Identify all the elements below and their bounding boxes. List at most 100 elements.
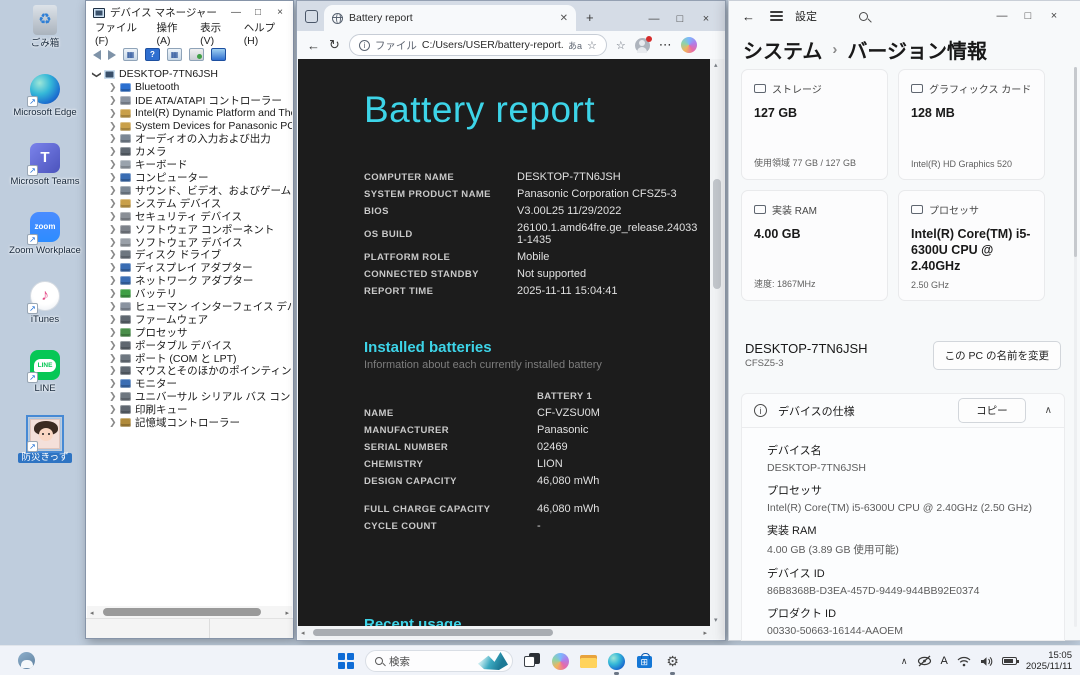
update-driver-icon[interactable]: [211, 48, 226, 61]
edge-icon[interactable]: [608, 653, 625, 670]
tree-node[interactable]: ❯IDE ATA/ATAPI コントローラー: [87, 94, 292, 107]
task-view-button[interactable]: [524, 653, 541, 670]
expander-icon[interactable]: ❯: [109, 262, 116, 273]
profile-avatar[interactable]: [635, 38, 650, 53]
expander-icon[interactable]: ❯: [109, 404, 116, 415]
back-icon[interactable]: ←: [742, 9, 755, 24]
browser-tab[interactable]: Battery report ✕: [324, 5, 576, 31]
expander-icon[interactable]: ❯: [109, 365, 116, 376]
device-manager-hscrollbar[interactable]: ◂ ▸: [87, 606, 292, 618]
hidden-icons-chevron[interactable]: ∧: [901, 656, 908, 667]
desktop-icon-teams[interactable]: T↗Microsoft Teams: [8, 142, 82, 206]
copilot-icon[interactable]: [681, 37, 697, 53]
expander-icon[interactable]: ❯: [109, 327, 116, 338]
browser-vscrollbar[interactable]: ▴ ▾: [710, 59, 724, 626]
tree-node[interactable]: ❯バッテリ: [87, 287, 292, 300]
spec-row-value[interactable]: 00330-50663-16144-AAOEM: [767, 625, 1052, 637]
menu-item[interactable]: 操作(A): [156, 20, 187, 47]
file-explorer-icon[interactable]: [580, 653, 597, 670]
expander-icon[interactable]: ❯: [109, 340, 116, 351]
tree-node[interactable]: ❯Intel(R) Dynamic Platform and Thermal F…: [87, 107, 292, 120]
widgets-weather-icon[interactable]: [18, 652, 35, 669]
desktop-icon-custom[interactable]: ↗防災きっず: [8, 418, 82, 482]
expander-icon[interactable]: ❯: [109, 211, 116, 222]
tab-close-icon[interactable]: ✕: [560, 13, 568, 24]
tree-node[interactable]: ❯オーディオの入力および出力: [87, 132, 292, 145]
tree-node[interactable]: ❯ネットワーク アダプター: [87, 274, 292, 287]
copilot-icon[interactable]: [552, 653, 569, 670]
expander-icon[interactable]: ❯: [109, 301, 116, 312]
expander-icon[interactable]: ❯: [109, 353, 116, 364]
expander-icon[interactable]: ❯: [109, 159, 116, 170]
breadcrumb-system[interactable]: システム: [743, 35, 822, 64]
tab-workspaces-icon[interactable]: [305, 10, 318, 23]
menu-item[interactable]: 表示(V): [200, 20, 231, 47]
tree-node[interactable]: ❯ディスプレイ アダプター: [87, 261, 292, 274]
search-highlight-image[interactable]: [478, 652, 508, 670]
expander-icon[interactable]: ❯: [109, 391, 116, 402]
tree-node[interactable]: ❯ディスク ドライブ: [87, 248, 292, 261]
expander-icon[interactable]: ❯: [109, 133, 116, 144]
microsoft-store-icon[interactable]: [636, 653, 653, 670]
copy-button[interactable]: コピー: [958, 398, 1026, 423]
taskbar-search[interactable]: 検索: [365, 650, 513, 672]
scroll-right-icon[interactable]: ▸: [703, 629, 707, 637]
tree-node[interactable]: ❯マウスとそのほかのポインティング デバイス: [87, 364, 292, 377]
spec-card[interactable]: プロセッサIntel(R) Core(TM) i5-6300U CPU @ 2.…: [898, 190, 1045, 301]
reload-icon[interactable]: ↻: [329, 37, 340, 53]
forward-icon[interactable]: [108, 50, 116, 60]
rename-pc-button[interactable]: この PC の名前を変更: [933, 341, 1061, 370]
expander-icon[interactable]: ❯: [109, 95, 116, 106]
menu-item[interactable]: ヘルプ(H): [244, 20, 284, 47]
maximize-button[interactable]: □: [1015, 10, 1041, 22]
spec-row-value[interactable]: Intel(R) Core(TM) i5-6300U CPU @ 2.40GHz…: [767, 502, 1052, 514]
menu-item[interactable]: ファイル(F): [95, 20, 143, 47]
expander-icon[interactable]: ❯: [109, 288, 116, 299]
search-icon[interactable]: [859, 12, 868, 21]
scroll-down-icon[interactable]: ▾: [714, 616, 718, 624]
settings-gear-icon[interactable]: ⚙: [664, 653, 681, 670]
expander-icon[interactable]: ❯: [109, 237, 116, 248]
expander-icon[interactable]: ❯: [109, 82, 116, 93]
scroll-left-icon[interactable]: ◂: [90, 609, 94, 617]
desktop-icon-zoom[interactable]: zoom↗Zoom Workplace: [8, 211, 82, 275]
desktop-icon-edge[interactable]: ↗Microsoft Edge: [8, 73, 82, 137]
page-info-icon[interactable]: i: [359, 40, 370, 51]
hscroll-thumb[interactable]: [103, 608, 261, 616]
navigation-menu-icon[interactable]: [770, 11, 783, 21]
eye-slash-icon[interactable]: [917, 655, 932, 667]
favorites-hub-icon[interactable]: ☆: [616, 39, 626, 52]
scroll-right-icon[interactable]: ▸: [285, 609, 289, 617]
tree-node[interactable]: ❯システム デバイス: [87, 197, 292, 210]
tree-root-node[interactable]: ❯DESKTOP-7TN6JSH: [87, 68, 292, 81]
desktop-icon-recycle[interactable]: ♻ごみ箱: [8, 4, 82, 68]
tree-node[interactable]: ❯ポート (COM と LPT): [87, 352, 292, 365]
chevron-up-icon[interactable]: ∧: [1045, 405, 1052, 416]
volume-icon[interactable]: [980, 656, 993, 667]
tree-node[interactable]: ❯キーボード: [87, 158, 292, 171]
expander-icon[interactable]: ❯: [91, 71, 102, 78]
battery-icon[interactable]: [1002, 657, 1017, 665]
tree-node[interactable]: ❯プロセッサ: [87, 326, 292, 339]
scroll-left-icon[interactable]: ◂: [301, 629, 305, 637]
spec-card[interactable]: ストレージ127 GB使用領域 77 GB / 127 GB: [741, 69, 888, 180]
taskbar-clock[interactable]: 15:05 2025/11/11: [1026, 650, 1072, 672]
new-tab-button[interactable]: +: [586, 10, 594, 25]
tree-node[interactable]: ❯System Devices for Panasonic PC: [87, 120, 292, 133]
spec-row-value[interactable]: 4.00 GB (3.89 GB 使用可能): [767, 542, 1052, 557]
scroll-up-icon[interactable]: ▴: [714, 61, 718, 69]
tree-node[interactable]: ❯カメラ: [87, 145, 292, 158]
properties-icon[interactable]: ▦: [167, 48, 182, 61]
expander-icon[interactable]: ❯: [109, 224, 116, 235]
expander-icon[interactable]: ❯: [109, 198, 116, 209]
hscroll-thumb[interactable]: [313, 629, 553, 636]
minimize-button[interactable]: —: [989, 10, 1015, 22]
scan-hardware-changes-icon[interactable]: [189, 48, 204, 61]
tree-node[interactable]: ❯ファームウェア: [87, 313, 292, 326]
maximize-button[interactable]: □: [247, 7, 269, 18]
tree-node[interactable]: ❯Bluetooth: [87, 81, 292, 94]
browser-hscrollbar[interactable]: ◂ ▸: [298, 626, 710, 639]
favorite-star-icon[interactable]: ☆: [587, 39, 597, 52]
wifi-icon[interactable]: [957, 656, 971, 667]
help-icon[interactable]: ?: [145, 48, 160, 61]
